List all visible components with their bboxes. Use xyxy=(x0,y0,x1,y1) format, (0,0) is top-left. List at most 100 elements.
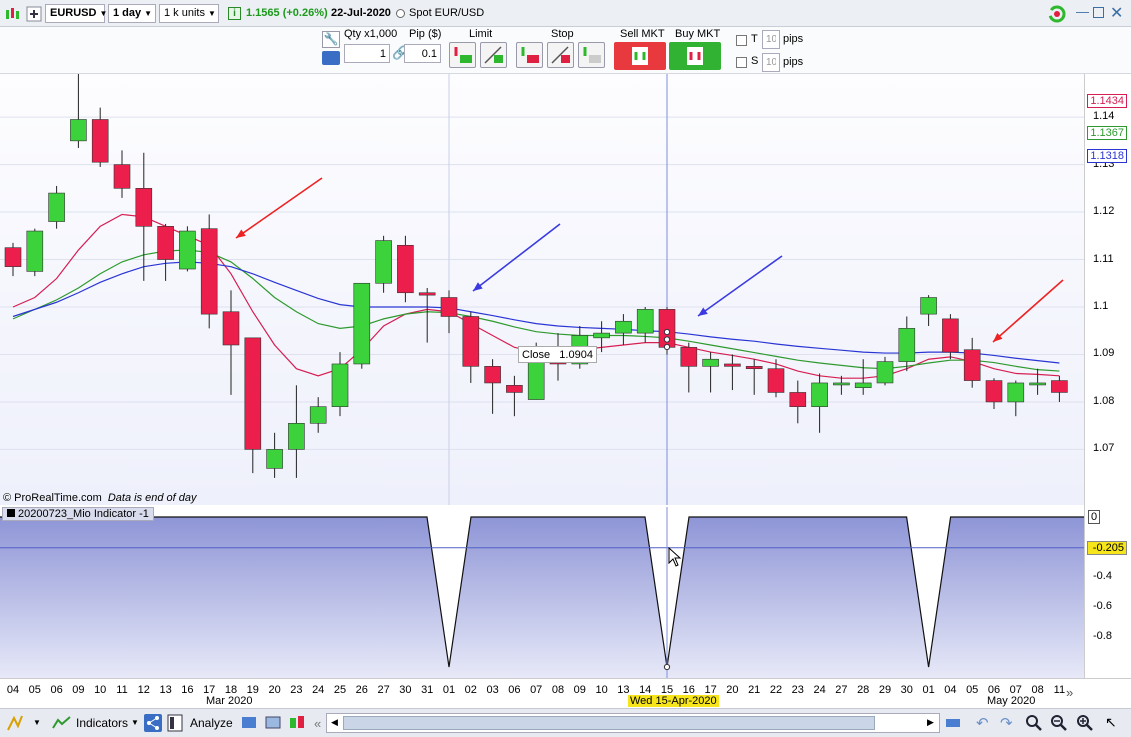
stop-label: Stop xyxy=(551,28,574,40)
price-chart[interactable]: © ProRealTime.com Data is end of day Clo… xyxy=(0,72,1084,505)
date-tick: 15 xyxy=(660,684,674,696)
keypad-icon[interactable] xyxy=(322,51,340,65)
date-tick: 13 xyxy=(617,684,630,696)
date-tick: 11 xyxy=(1053,684,1066,696)
candle-body xyxy=(353,282,371,365)
buy-limit-button[interactable] xyxy=(449,42,476,68)
zoom-out-icon[interactable] xyxy=(1050,714,1068,732)
indicator-title[interactable]: 20200723_Mio Indicator -1 xyxy=(2,507,154,521)
t-pips-input[interactable] xyxy=(762,30,780,49)
date-tick: 31 xyxy=(421,684,434,696)
sell-limit-button[interactable] xyxy=(480,42,507,68)
date-tick: 16 xyxy=(181,684,194,696)
redo-icon[interactable]: ↷ xyxy=(1000,714,1018,732)
price-tick: 1.11 xyxy=(1093,252,1114,265)
scroll-left-icon[interactable]: « xyxy=(314,716,321,731)
sell-stop-button[interactable] xyxy=(547,42,574,68)
indicator-swatch xyxy=(7,509,15,517)
drawing-tools-icon[interactable] xyxy=(6,714,24,732)
month-label-may: May 2020 xyxy=(987,695,1036,707)
share-icon[interactable] xyxy=(144,714,162,732)
chevron-down-icon[interactable]: ▼ xyxy=(33,718,41,727)
screener-icon[interactable] xyxy=(240,714,258,732)
date-tick: 26 xyxy=(355,684,368,696)
analyze-icon[interactable] xyxy=(166,714,184,732)
indicator-tick: -0.8 xyxy=(1093,630,1112,642)
sell-mkt-label: Sell MKT xyxy=(620,28,665,40)
chevron-down-icon: ▼ xyxy=(207,9,216,18)
pip-input[interactable] xyxy=(404,44,441,63)
sell-mkt-button[interactable] xyxy=(614,42,666,70)
link-icon[interactable] xyxy=(26,6,42,22)
minimize-icon[interactable]: — xyxy=(1076,4,1089,19)
candle-body xyxy=(593,332,610,339)
info-icon[interactable]: i xyxy=(228,7,241,20)
buy-mkt-button[interactable] xyxy=(669,42,721,70)
indicators-icon[interactable] xyxy=(52,714,71,732)
candle-body xyxy=(854,382,872,388)
candle-body xyxy=(179,230,196,270)
trading-icon[interactable] xyxy=(288,714,306,732)
crosshair-date: Wed 15-Apr-2020 xyxy=(628,695,719,707)
candle-body xyxy=(702,358,719,367)
date-axis[interactable]: Mar 2020 May 2020 Wed 15-Apr-2020 » 04 05… xyxy=(0,678,1131,708)
pointer-icon[interactable]: ↖ xyxy=(1105,714,1123,732)
date-tick: 04 xyxy=(6,684,20,696)
candle-body xyxy=(963,349,981,381)
candle-body xyxy=(222,311,240,346)
zoom-fit-icon[interactable] xyxy=(944,714,962,732)
candle-body xyxy=(418,292,436,296)
analyze-button[interactable]: Analyze xyxy=(190,716,233,730)
date-tick: 29 xyxy=(878,684,892,696)
scrollbar-thumb[interactable] xyxy=(343,716,875,730)
maximize-icon[interactable] xyxy=(1093,7,1104,18)
chevron-down-icon[interactable]: ▼ xyxy=(131,718,139,727)
chevron-down-icon: ▼ xyxy=(144,9,153,18)
undo-icon[interactable]: ↶ xyxy=(976,714,994,732)
indicator-chart[interactable] xyxy=(0,507,1084,678)
timeframe-select[interactable]: 1 day ▼ xyxy=(108,4,156,23)
date-tick: 24 xyxy=(813,684,826,696)
refresh-icon[interactable] xyxy=(1048,5,1066,23)
price-axis[interactable]: 1.14 1.13 1.12 1.11 1.1 1.09 1.08 1.07 1.1434 1.1… xyxy=(1084,74,1131,508)
s-checkbox[interactable] xyxy=(736,57,747,68)
last-price: 1.1565 (+0.26%) xyxy=(246,7,328,19)
symbol-select[interactable]: EURUSD ▼ xyxy=(45,4,107,23)
candlestick-chart[interactable] xyxy=(0,72,1084,505)
trailing-stop-button[interactable] xyxy=(578,42,605,68)
crosshair-marker xyxy=(663,336,671,343)
limit-label: Limit xyxy=(469,28,493,40)
price-level-label: 1.1367 xyxy=(1087,125,1127,140)
zoom-area-icon[interactable] xyxy=(1025,714,1043,732)
date-tick: 06 xyxy=(987,684,1001,696)
horizontal-scrollbar[interactable]: ◀ ▶ xyxy=(326,713,940,733)
candle-body xyxy=(200,228,218,315)
scroll-arrow-right-icon[interactable]: ▶ xyxy=(927,717,934,728)
t-label: T xyxy=(751,33,758,45)
units-select[interactable]: 1 k units ▼ xyxy=(159,4,219,23)
candle-body xyxy=(266,449,283,469)
zoom-in-icon[interactable] xyxy=(1076,714,1094,732)
buy-stop-button[interactable] xyxy=(516,42,543,68)
t-checkbox[interactable] xyxy=(736,35,747,46)
s-pips-input[interactable] xyxy=(762,53,780,72)
window-icon[interactable] xyxy=(264,714,282,732)
candle-body xyxy=(506,385,523,393)
candle-body xyxy=(1029,382,1046,386)
qty-input[interactable] xyxy=(344,44,390,63)
date-tick: 27 xyxy=(377,684,390,696)
copyright-watermark: © ProRealTime.com Data is end of day xyxy=(3,492,197,504)
scroll-arrow-left-icon[interactable]: ◀ xyxy=(331,717,338,728)
indicator-axis[interactable]: 0 -0.4 -0.6 -0.8 -0.205 xyxy=(1084,507,1131,678)
wrench-icon[interactable]: 🔧 xyxy=(322,31,340,48)
candle-body xyxy=(309,406,327,424)
price-date: 22-Jul-2020 xyxy=(331,7,391,19)
price-tick: 1.14 xyxy=(1093,110,1115,123)
close-icon[interactable]: ✕ xyxy=(1110,3,1123,23)
candle-body xyxy=(680,347,698,367)
chart-type-icon[interactable] xyxy=(4,6,20,22)
radio-icon[interactable] xyxy=(396,9,405,18)
indicators-button[interactable]: Indicators xyxy=(76,716,128,730)
indicator-panel[interactable]: 20200723_Mio Indicator -1 xyxy=(0,507,1084,678)
date-tick: 23 xyxy=(791,684,804,696)
